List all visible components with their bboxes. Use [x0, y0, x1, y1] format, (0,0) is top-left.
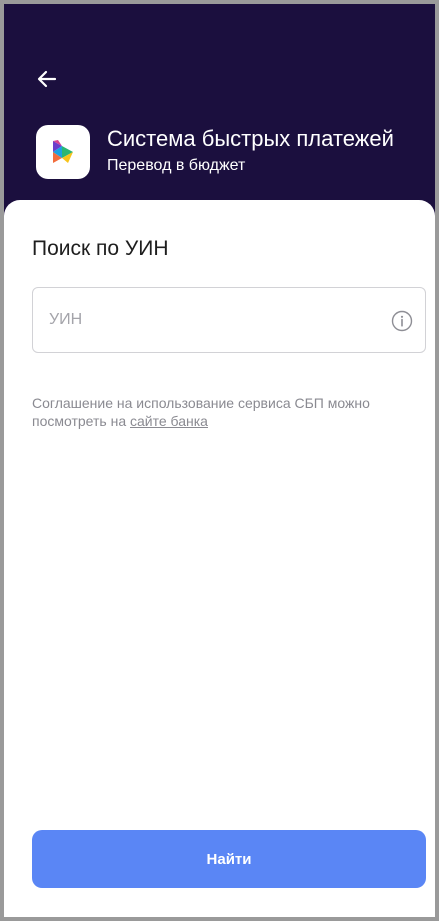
- content-sheet: Поиск по УИН Соглашение на использование…: [4, 200, 435, 917]
- uin-input[interactable]: [49, 288, 369, 352]
- back-arrow-icon[interactable]: [34, 66, 60, 92]
- bank-site-link[interactable]: сайте банка: [130, 413, 208, 429]
- service-subtitle: Перевод в бюджет: [107, 157, 246, 174]
- info-icon[interactable]: [391, 310, 413, 332]
- find-button[interactable]: Найти: [32, 830, 426, 888]
- uin-field: [32, 287, 426, 353]
- sbp-logo-icon: [36, 125, 90, 179]
- service-title: Система быстрых платежей: [107, 126, 394, 151]
- section-title: Поиск по УИН: [32, 237, 169, 260]
- agreement-text: Соглашение на использование сервиса СБП …: [32, 394, 422, 430]
- app-screen: Система быстрых платежей Перевод в бюдже…: [0, 0, 439, 921]
